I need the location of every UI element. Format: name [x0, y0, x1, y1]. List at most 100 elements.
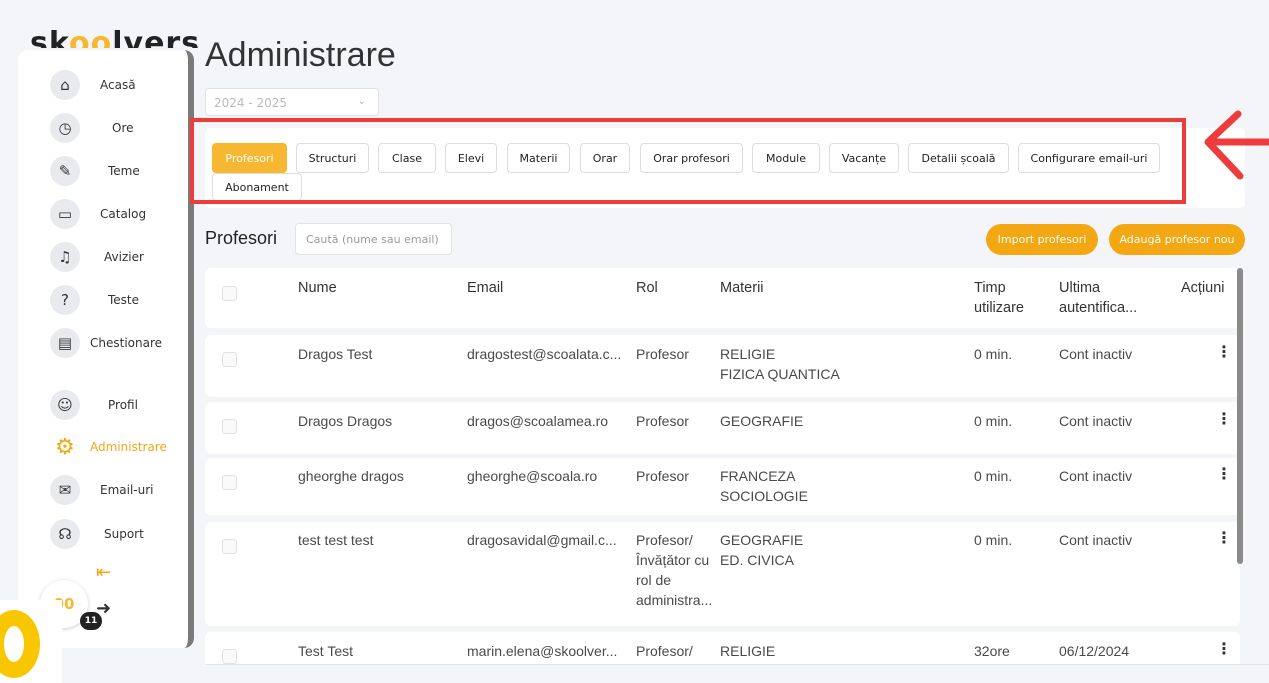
row-actions-icon[interactable]: ⋮ — [1216, 641, 1232, 657]
header-email[interactable]: Email — [467, 278, 503, 298]
cell-nume: test test test — [298, 532, 374, 548]
cell-timp: 0 min. — [974, 468, 1013, 484]
bell-icon: ♫ — [50, 242, 80, 272]
cell-nume: Test Test — [298, 643, 353, 659]
row-actions-icon[interactable]: ⋮ — [1216, 411, 1232, 427]
row-checkbox[interactable] — [222, 475, 237, 490]
sidebar-item-label: Avizier — [104, 250, 144, 264]
import-teachers-button[interactable]: Import profesori — [986, 224, 1098, 255]
clock-icon: ◷ — [50, 113, 80, 143]
cell-ultima: Cont inactiv — [1059, 468, 1133, 484]
cell-nume: Dragos Test — [298, 346, 373, 362]
header-ultima-autentificare[interactable]: Ultima autentifica... — [1059, 278, 1137, 318]
cell-rol: Profesor/ Învățător cu rol de administra… — [636, 532, 713, 608]
sidebar-item-label: Chestionare — [90, 336, 163, 350]
header-nume[interactable]: Nume — [298, 278, 337, 298]
cell-rol: Profesor — [636, 346, 689, 362]
book-icon: ▭ — [50, 199, 80, 229]
row-checkbox[interactable] — [222, 352, 237, 367]
divider — [205, 664, 1269, 665]
sidebar-item-label: Email-uri — [100, 483, 154, 497]
header-timp-utilizare[interactable]: Timp utilizare — [974, 278, 1024, 318]
search-input[interactable] — [295, 223, 452, 255]
row-checkbox[interactable] — [222, 419, 237, 434]
sidebar-item-avizier[interactable]: ♫ Avizier — [18, 240, 188, 274]
sidebar-item-catalog[interactable]: ▭ Catalog — [18, 197, 188, 231]
sidebar-item-profil[interactable]: ☺ Profil — [18, 388, 188, 422]
document-icon: ▤ — [50, 328, 80, 358]
table-row[interactable]: test test test dragosavidal@gmail.c... P… — [205, 522, 1240, 626]
sidebar-item-teme[interactable]: ✎ Teme — [18, 154, 188, 188]
cell-materii: FRANCEZA SOCIOLOGIE — [720, 468, 808, 504]
sidebar-item-teste[interactable]: ? Teste — [18, 283, 188, 317]
home-icon: ⌂ — [50, 70, 80, 100]
table-scrollbar[interactable] — [1237, 268, 1243, 564]
cell-timp: 0 min. — [974, 346, 1013, 362]
cell-nume: Dragos Dragos — [298, 413, 393, 429]
sidebar-panel: ⌂ Acasă ◷ Ore ✎ Teme ▭ Catalog ♫ Avizier… — [18, 50, 194, 648]
cell-email: marin.elena@skoolver... — [467, 643, 618, 659]
envelope-icon: ✉ — [50, 475, 80, 505]
pencil-icon: ✎ — [50, 156, 80, 186]
cell-rol: Profesor/ — [636, 643, 693, 659]
cell-email: dragostest@scoalata.c... — [467, 346, 622, 362]
table-header-row: Nume Email Rol Materii Timp utilizare Ul… — [205, 268, 1240, 328]
table-row[interactable]: Test Test marin.elena@skoolver... Profes… — [205, 632, 1240, 665]
row-actions-icon[interactable]: ⋮ — [1216, 530, 1232, 546]
sidebar-item-label: Suport — [104, 527, 144, 541]
select-all-checkbox[interactable] — [222, 286, 237, 301]
sidebar-item-suport[interactable]: ☊ Suport — [18, 517, 188, 551]
row-actions-icon[interactable]: ⋮ — [1216, 466, 1232, 482]
school-year-value: 2024 - 2025 — [214, 96, 288, 110]
table-row[interactable]: Dragos Test dragostest@scoalata.c... Pro… — [205, 335, 1240, 397]
cell-timp: 0 min. — [974, 532, 1013, 548]
header-materii[interactable]: Materii — [720, 278, 764, 298]
cell-rol: Profesor — [636, 468, 689, 484]
row-actions-icon[interactable]: ⋮ — [1216, 344, 1232, 360]
annotation-arrow-icon — [1204, 110, 1269, 180]
cell-timp: 32ore — [974, 643, 1010, 659]
logout-icon[interactable]: ➜ — [96, 598, 111, 619]
add-teacher-button[interactable]: Adaugă profesor nou — [1109, 224, 1245, 255]
cell-ultima: Cont inactiv — [1059, 532, 1133, 548]
cell-ultima: Cont inactiv — [1059, 413, 1133, 429]
annotation-highlight-box — [190, 118, 1186, 204]
chevron-down-icon: ⌄ — [357, 96, 366, 107]
sidebar-item-administrare[interactable]: ⚙ Administrare — [18, 430, 188, 464]
sidebar-item-chestionare[interactable]: ▤ Chestionare — [18, 326, 188, 360]
sidebar-item-label: Teme — [108, 164, 140, 178]
row-checkbox[interactable] — [222, 649, 237, 664]
gears-icon: ⚙ — [55, 434, 75, 460]
row-checkbox[interactable] — [222, 539, 237, 554]
cell-materii: GEOGRAFIE ED. CIVICA — [720, 532, 804, 568]
sidebar-item-label: Ore — [112, 121, 134, 135]
sidebar-item-label: Catalog — [100, 207, 147, 221]
cell-materii: GEOGRAFIE — [720, 413, 804, 429]
cell-ultima: 06/12/2024 — [1059, 643, 1130, 659]
school-year-select[interactable]: 2024 - 2025 ⌄ — [205, 88, 379, 116]
collapse-menu-icon[interactable]: ⇤ — [96, 562, 111, 583]
header-rol[interactable]: Rol — [636, 278, 658, 298]
cell-email: dragosavidal@gmail.c... — [467, 532, 617, 548]
table-row[interactable]: gheorghe dragos gheorghe@scoala.ro Profe… — [205, 458, 1240, 515]
logo: skoolvers — [30, 26, 201, 48]
cell-nume: gheorghe dragos — [298, 468, 404, 484]
sidebar-item-label: Profil — [108, 398, 138, 412]
table-row[interactable]: Dragos Dragos dragos@scoalamea.ro Profes… — [205, 402, 1240, 454]
cell-rol: Profesor — [636, 413, 689, 429]
profile-icon: ☺ — [50, 390, 80, 420]
sidebar: skoolvers ⌂ Acasă ◷ Ore ✎ Teme ▭ Catalog… — [0, 0, 200, 683]
sidebar-item-label: Administrare — [90, 440, 167, 454]
sidebar-item-ore[interactable]: ◷ Ore — [18, 111, 188, 145]
cell-materii: RELIGIE — [720, 643, 776, 659]
cell-email: gheorghe@scoala.ro — [467, 468, 598, 484]
sidebar-item-label: Teste — [108, 293, 140, 307]
cell-materii: RELIGIE FIZICA QUANTICA — [720, 346, 840, 382]
question-icon: ? — [50, 285, 80, 315]
sidebar-item-email-uri[interactable]: ✉ Email-uri — [18, 473, 188, 507]
cell-email: dragos@scoalamea.ro — [467, 413, 609, 429]
app-root: skoolvers ⌂ Acasă ◷ Ore ✎ Teme ▭ Catalog… — [0, 0, 1269, 683]
sidebar-item-acasa[interactable]: ⌂ Acasă — [18, 68, 188, 102]
header-actiuni: Acțiuni — [1181, 280, 1225, 296]
cell-timp: 0 min. — [974, 413, 1013, 429]
